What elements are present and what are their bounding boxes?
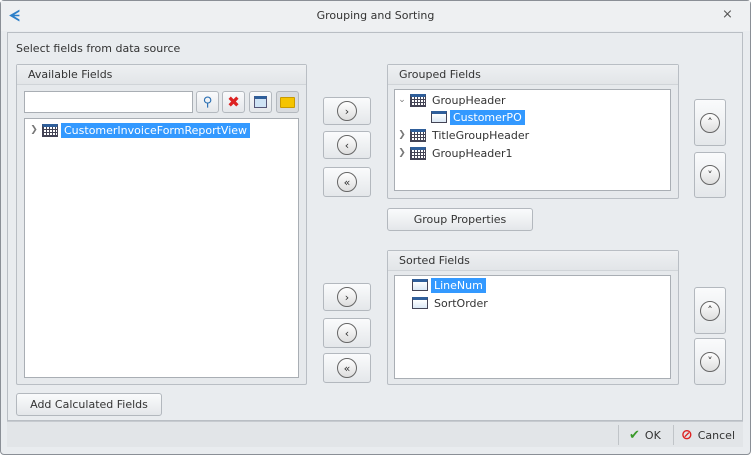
- remove-sort-button[interactable]: ‹: [323, 318, 371, 348]
- sort-move-up-button[interactable]: ˄: [694, 287, 726, 334]
- chevron-down-icon: ˅: [700, 165, 720, 185]
- clear-button[interactable]: ✖: [222, 91, 245, 113]
- divider: [673, 425, 674, 445]
- cancel-button[interactable]: ⊘ Cancel: [681, 425, 735, 445]
- folder-button[interactable]: [276, 91, 299, 113]
- sorted-fields-tree[interactable]: LineNum SortOrder: [394, 275, 671, 379]
- window-title: Grouping and Sorting: [316, 9, 435, 22]
- table-icon: [42, 123, 58, 137]
- double-chevron-left-icon: «: [337, 172, 357, 192]
- instruction-label: Select fields from data source: [16, 42, 181, 55]
- tree-node[interactable]: ❯ TitleGroupHeader: [397, 127, 532, 143]
- cancel-icon: ⊘: [681, 427, 693, 443]
- group-properties-button[interactable]: Group Properties: [387, 208, 533, 231]
- tree-node-label: GroupHeader1: [432, 146, 513, 160]
- table-icon: [410, 128, 426, 142]
- tree-node[interactable]: ❯ CustomerInvoiceFormReportView: [29, 122, 251, 138]
- chevron-up-icon: ˄: [700, 112, 720, 133]
- tree-node-label: CustomerInvoiceFormReportView: [61, 122, 251, 138]
- tree-node[interactable]: ⌄ GroupHeader: [397, 92, 509, 108]
- search-input[interactable]: [24, 91, 193, 113]
- add-sort-button[interactable]: ›: [323, 283, 371, 311]
- add-group-button[interactable]: ›: [323, 97, 371, 125]
- dialog-footer: ✔ OK ⊘ Cancel: [7, 421, 743, 447]
- field-icon: [412, 297, 428, 309]
- tree-node-label: LineNum: [431, 277, 486, 293]
- tree-node-label: TitleGroupHeader: [432, 128, 530, 142]
- search-button[interactable]: ⚲: [196, 91, 219, 113]
- remove-all-groups-button[interactable]: «: [323, 167, 371, 197]
- expand-chevron-icon[interactable]: ❯: [29, 125, 39, 135]
- chevron-up-icon: ˄: [700, 300, 720, 321]
- tree-node[interactable]: CustomerPO: [428, 109, 525, 125]
- tree-node-label: GroupHeader: [432, 93, 506, 107]
- sort-move-down-button[interactable]: ˅: [694, 338, 726, 385]
- clear-icon: ✖: [227, 93, 240, 111]
- divider: [618, 425, 619, 445]
- group-move-down-button[interactable]: ˅: [694, 152, 726, 198]
- tree-node-label: SortOrder: [434, 296, 488, 310]
- close-icon[interactable]: ⨯: [722, 7, 733, 22]
- available-fields-tree[interactable]: ❯ CustomerInvoiceFormReportView: [24, 118, 299, 378]
- chevron-down-icon: ˅: [700, 351, 720, 372]
- group-move-up-button[interactable]: ˄: [694, 99, 726, 146]
- search-icon: ⚲: [202, 94, 213, 110]
- field-icon: [412, 279, 428, 291]
- remove-group-button[interactable]: ‹: [323, 131, 371, 159]
- tree-node[interactable]: ❯ GroupHeader1: [397, 145, 516, 161]
- grouped-fields-header: Grouped Fields: [388, 65, 678, 85]
- title-bar: ᗕ Grouping and Sorting ⨯: [1, 1, 750, 31]
- available-fields-header: Available Fields: [17, 65, 306, 85]
- double-chevron-left-icon: «: [337, 358, 357, 378]
- tree-node-label: CustomerPO: [450, 109, 525, 125]
- cancel-label: Cancel: [697, 428, 735, 442]
- grouped-fields-tree[interactable]: ⌄ GroupHeader CustomerPO ❯ TitleGroupHeade…: [394, 89, 671, 191]
- chevron-left-icon: ‹: [337, 323, 357, 343]
- tree-node[interactable]: SortOrder: [409, 295, 491, 311]
- chevron-left-icon: ‹: [337, 135, 357, 155]
- add-calculated-fields-button[interactable]: Add Calculated Fields: [16, 393, 162, 416]
- expand-chevron-icon[interactable]: ❯: [397, 130, 407, 140]
- chevron-right-icon: ›: [337, 287, 357, 307]
- collapse-chevron-icon[interactable]: ⌄: [397, 95, 407, 105]
- chevron-right-icon: ›: [337, 101, 357, 121]
- preview-button[interactable]: [249, 91, 272, 113]
- folder-icon: [280, 96, 295, 108]
- expand-chevron-icon[interactable]: ❯: [397, 148, 407, 158]
- field-icon: [431, 111, 447, 123]
- ok-label: OK: [644, 428, 661, 442]
- tree-node[interactable]: LineNum: [409, 277, 486, 293]
- ok-button[interactable]: ✔ OK: [629, 425, 661, 445]
- sorted-fields-header: Sorted Fields: [388, 251, 678, 271]
- window-search-icon: [254, 96, 267, 108]
- remove-all-sorts-button[interactable]: «: [323, 353, 371, 383]
- checkmark-icon: ✔: [629, 427, 640, 443]
- table-icon: [410, 146, 426, 160]
- table-icon: [410, 93, 426, 107]
